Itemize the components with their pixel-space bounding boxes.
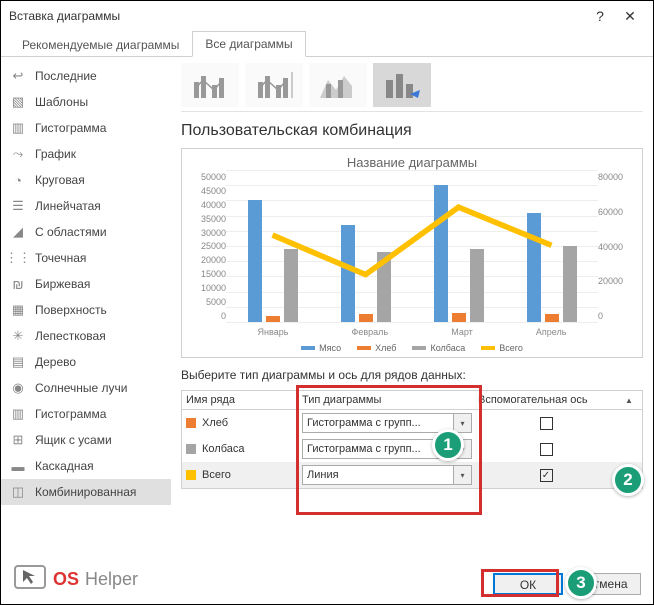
sidebar-label: Круговая	[35, 173, 85, 187]
sidebar-icon: ⊞	[9, 432, 27, 448]
sidebar-icon: ⋮⋮	[9, 250, 27, 266]
sidebar-label: Линейчатая	[35, 199, 101, 213]
secondary-axis-checkbox[interactable]: ✓	[540, 469, 553, 482]
sidebar-icon: ▤	[9, 354, 27, 370]
sidebar-label: С областями	[35, 225, 107, 239]
sidebar-label: Последние	[35, 69, 97, 83]
sidebar-item-13[interactable]: ▥ Гистограмма	[1, 401, 171, 427]
y-axis-primary: 5000045000400003500030000250002000015000…	[192, 170, 226, 323]
sidebar-item-8[interactable]: ₪ Биржевая	[1, 271, 171, 297]
series-color-swatch	[186, 444, 196, 454]
logo-text-helper: Helper	[85, 569, 138, 590]
annotation-badge-1: 1	[432, 429, 464, 461]
series-name-label: Колбаса	[202, 443, 245, 455]
sidebar-label: Дерево	[35, 355, 76, 369]
sidebar-label: Поверхность	[35, 303, 107, 317]
section-title: Пользовательская комбинация	[181, 118, 643, 142]
sidebar-icon: ◉	[9, 380, 27, 396]
logo-text-os: OS	[53, 569, 79, 590]
annotation-badge-2: 2	[612, 464, 644, 496]
sidebar-label: Солнечные лучи	[35, 381, 127, 395]
sidebar-icon: ◫	[9, 484, 27, 500]
combo-subtype-thumbs	[181, 63, 643, 112]
sidebar-item-4[interactable]: ◔ Круговая	[1, 167, 171, 193]
sidebar-icon: ▦	[9, 302, 27, 318]
series-color-swatch	[186, 470, 196, 480]
series-name-label: Хлеб	[202, 417, 228, 429]
sidebar-item-0[interactable]: ↩ Последние	[1, 63, 171, 89]
series-table: Имя ряда Тип диаграммы Вспомогательная о…	[181, 390, 643, 489]
tab-strip: Рекомендуемые диаграммы Все диаграммы	[1, 31, 653, 57]
watermark-logo: OS Helper	[13, 564, 138, 594]
sidebar-item-3[interactable]: ⤳ График	[1, 141, 171, 167]
sidebar-label: Шаблоны	[35, 95, 88, 109]
sidebar-icon: ↩	[9, 68, 27, 84]
chart-type-sidebar: ↩ Последние ▧ Шаблоны ▥ Гистограмма ⤳ График ◔ Кр…	[1, 57, 171, 564]
sidebar-icon: ✳	[9, 328, 27, 344]
sidebar-icon: ₪	[9, 276, 27, 292]
sidebar-icon: ▥	[9, 120, 27, 136]
combo-thumb-3[interactable]	[309, 63, 367, 107]
chart-preview[interactable]: Название диаграммы 500004500040000350003…	[181, 148, 643, 358]
sidebar-icon: ◢	[9, 224, 27, 240]
scroll-up-icon[interactable]: ▲	[620, 396, 638, 405]
sidebar-label: Лепестковая	[35, 329, 106, 343]
sidebar-item-15[interactable]: ▬ Каскадная	[1, 453, 171, 479]
sidebar-icon: ⤳	[9, 146, 27, 162]
sidebar-label: Ящик с усами	[35, 433, 112, 447]
cursor-icon	[13, 564, 47, 594]
sidebar-item-11[interactable]: ▤ Дерево	[1, 349, 171, 375]
sidebar-label: Точечная	[35, 251, 86, 265]
annotation-badge-3: 3	[565, 567, 597, 599]
sidebar-item-10[interactable]: ✳ Лепестковая	[1, 323, 171, 349]
col-series-name: Имя ряда	[186, 394, 296, 406]
window-title: Вставка диаграммы	[9, 9, 585, 23]
sidebar-icon: ▧	[9, 94, 27, 110]
sidebar-item-14[interactable]: ⊞ Ящик с усами	[1, 427, 171, 453]
secondary-axis-checkbox[interactable]	[540, 443, 553, 456]
col-secondary-axis: Вспомогательная ось	[478, 394, 614, 406]
secondary-axis-checkbox[interactable]	[540, 417, 553, 430]
sidebar-item-1[interactable]: ▧ Шаблоны	[1, 89, 171, 115]
sidebar-item-9[interactable]: ▦ Поверхность	[1, 297, 171, 323]
sidebar-icon: ☰	[9, 198, 27, 214]
sidebar-icon: ▥	[9, 406, 27, 422]
series-name-label: Всего	[202, 469, 231, 481]
plot-area	[226, 170, 598, 323]
sidebar-item-16[interactable]: ◫ Комбинированная	[1, 479, 171, 505]
sidebar-label: График	[35, 147, 76, 161]
sidebar-item-6[interactable]: ◢ С областями	[1, 219, 171, 245]
tab-all[interactable]: Все диаграммы	[192, 31, 305, 57]
sidebar-icon: ▬	[9, 458, 27, 474]
sidebar-item-7[interactable]: ⋮⋮ Точечная	[1, 245, 171, 271]
annotation-red-ok	[481, 569, 559, 597]
sidebar-label: Комбинированная	[35, 485, 136, 499]
combo-thumb-1[interactable]	[181, 63, 239, 107]
series-color-swatch	[186, 418, 196, 428]
sidebar-item-2[interactable]: ▥ Гистограмма	[1, 115, 171, 141]
sidebar-label: Гистограмма	[35, 121, 106, 135]
sidebar-item-12[interactable]: ◉ Солнечные лучи	[1, 375, 171, 401]
y-axis-secondary: 800006000040000200000	[598, 170, 632, 323]
combo-thumb-custom[interactable]	[373, 63, 431, 107]
tab-recommended[interactable]: Рекомендуемые диаграммы	[9, 32, 192, 57]
sidebar-label: Биржевая	[35, 277, 90, 291]
help-button[interactable]: ?	[585, 1, 615, 31]
sidebar-label: Гистограмма	[35, 407, 106, 421]
combo-thumb-2[interactable]	[245, 63, 303, 107]
sidebar-item-5[interactable]: ☰ Линейчатая	[1, 193, 171, 219]
titlebar: Вставка диаграммы ? ✕	[1, 1, 653, 31]
chart-title: Название диаграммы	[192, 155, 632, 170]
close-button[interactable]: ✕	[615, 1, 645, 31]
sidebar-label: Каскадная	[35, 459, 94, 473]
sidebar-icon: ◔	[9, 172, 27, 188]
